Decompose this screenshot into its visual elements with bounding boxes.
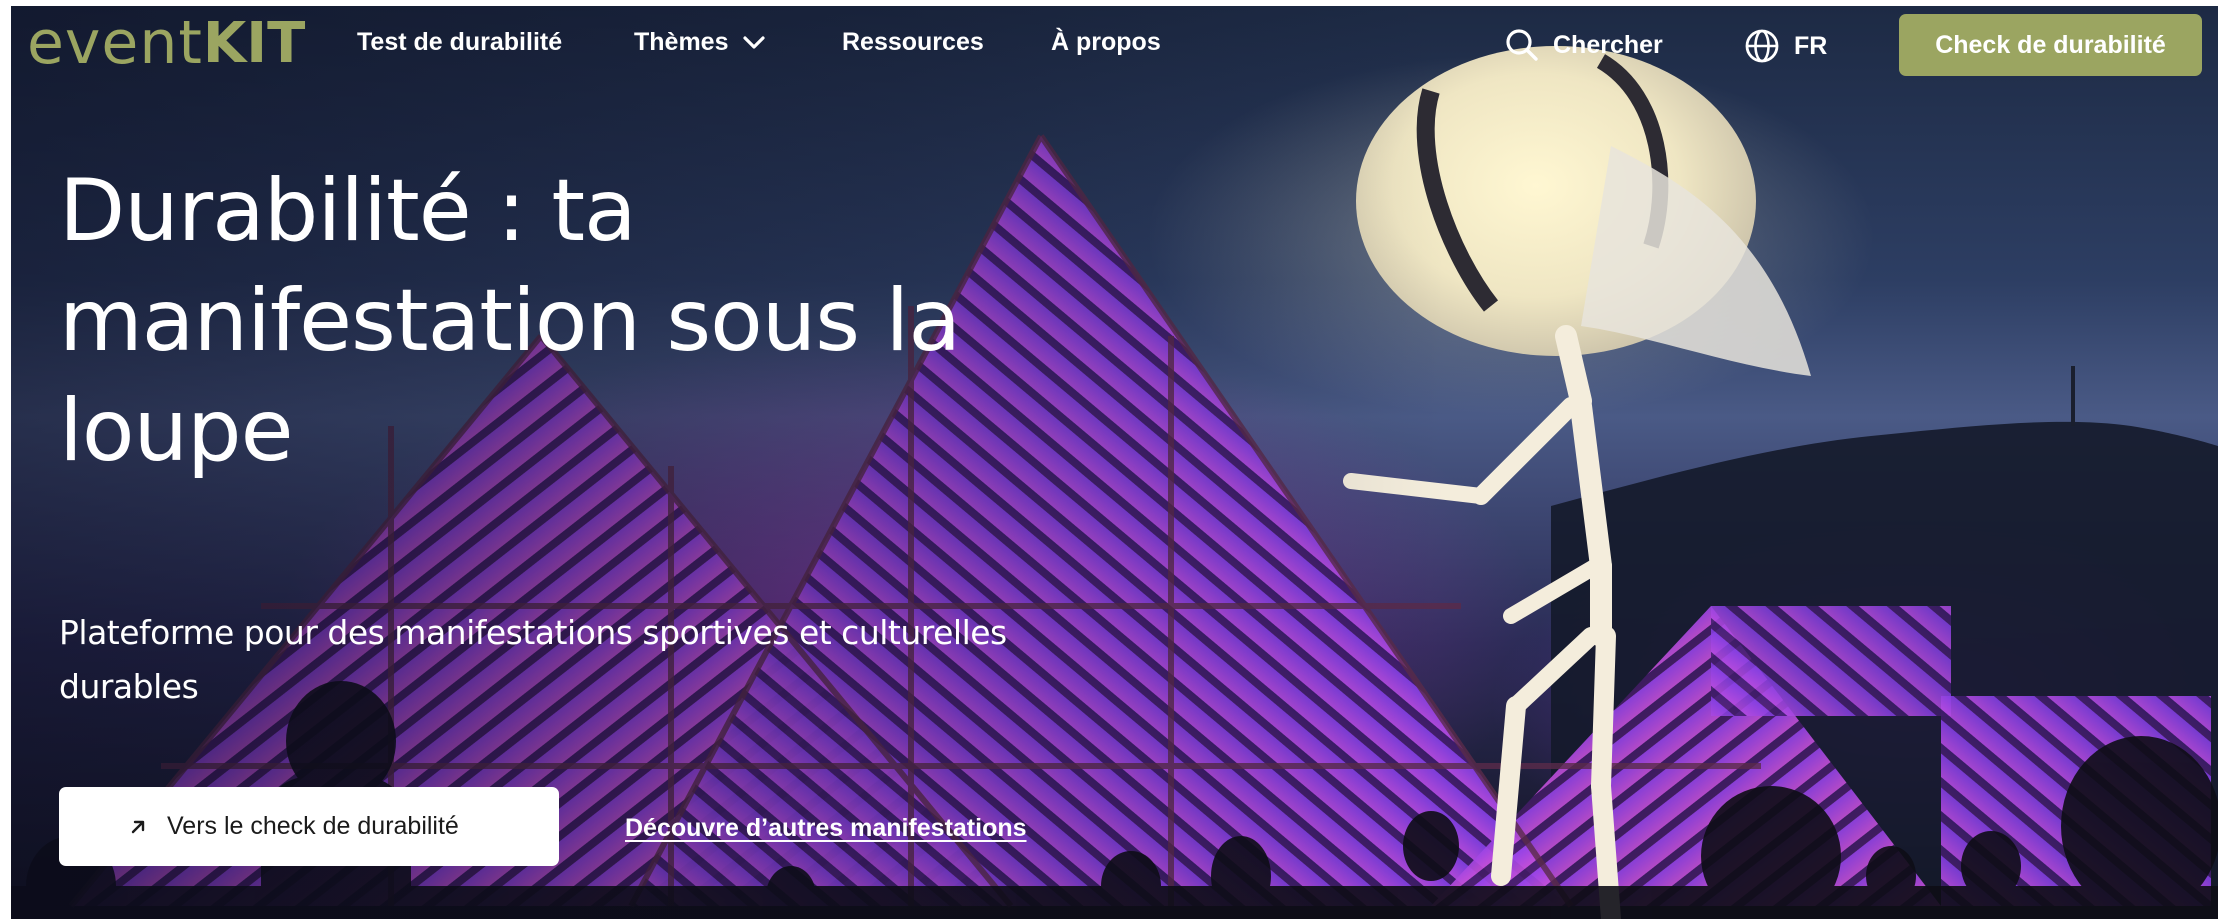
logo-part-kit: KIT bbox=[202, 10, 306, 76]
check-durabilite-button[interactable]: Check de durabilité bbox=[1899, 14, 2202, 76]
logo-part-event: event bbox=[27, 8, 203, 78]
nav-link-a-propos[interactable]: À propos bbox=[1051, 28, 1161, 57]
language-selector[interactable]: FR bbox=[1744, 28, 1827, 64]
nav-link-ressources-label: Ressources bbox=[842, 28, 984, 56]
language-selector-label: FR bbox=[1794, 31, 1828, 60]
nav-link-a-propos-label: À propos bbox=[1051, 28, 1161, 56]
page: event KIT Test de durabilité Thèmes Resso… bbox=[11, 6, 2218, 919]
search-button-label: Chercher bbox=[1553, 30, 1663, 59]
nav-link-ressources[interactable]: Ressources bbox=[842, 28, 984, 57]
navbar: event KIT Test de durabilité Thèmes Resso… bbox=[11, 6, 2218, 82]
globe-icon bbox=[1744, 28, 1780, 64]
nav-dropdown-themes-label: Thèmes bbox=[634, 28, 729, 56]
discover-events-link[interactable]: Découvre d’autres manifestations bbox=[625, 814, 1027, 843]
nav-link-test-durabilite-label: Test de durabilité bbox=[357, 28, 563, 56]
hero-check-button-label: Vers le check de durabilité bbox=[167, 812, 459, 840]
nav-dropdown-themes[interactable]: Thèmes bbox=[634, 28, 766, 57]
hero-title: Durabilité : ta manifestation sous la lo… bbox=[59, 161, 961, 481]
nav-link-test-durabilite[interactable]: Test de durabilité bbox=[357, 28, 562, 57]
search-button[interactable]: Chercher bbox=[1505, 28, 1663, 62]
hero-subtitle: Plateforme pour des manifestations sport… bbox=[59, 613, 1007, 706]
chevron-down-icon bbox=[742, 35, 766, 51]
search-icon bbox=[1505, 28, 1539, 62]
eventkit-logo[interactable]: event KIT bbox=[27, 8, 306, 78]
arrow-up-right-icon bbox=[129, 818, 147, 836]
hero-check-button[interactable]: Vers le check de durabilité bbox=[59, 787, 559, 866]
